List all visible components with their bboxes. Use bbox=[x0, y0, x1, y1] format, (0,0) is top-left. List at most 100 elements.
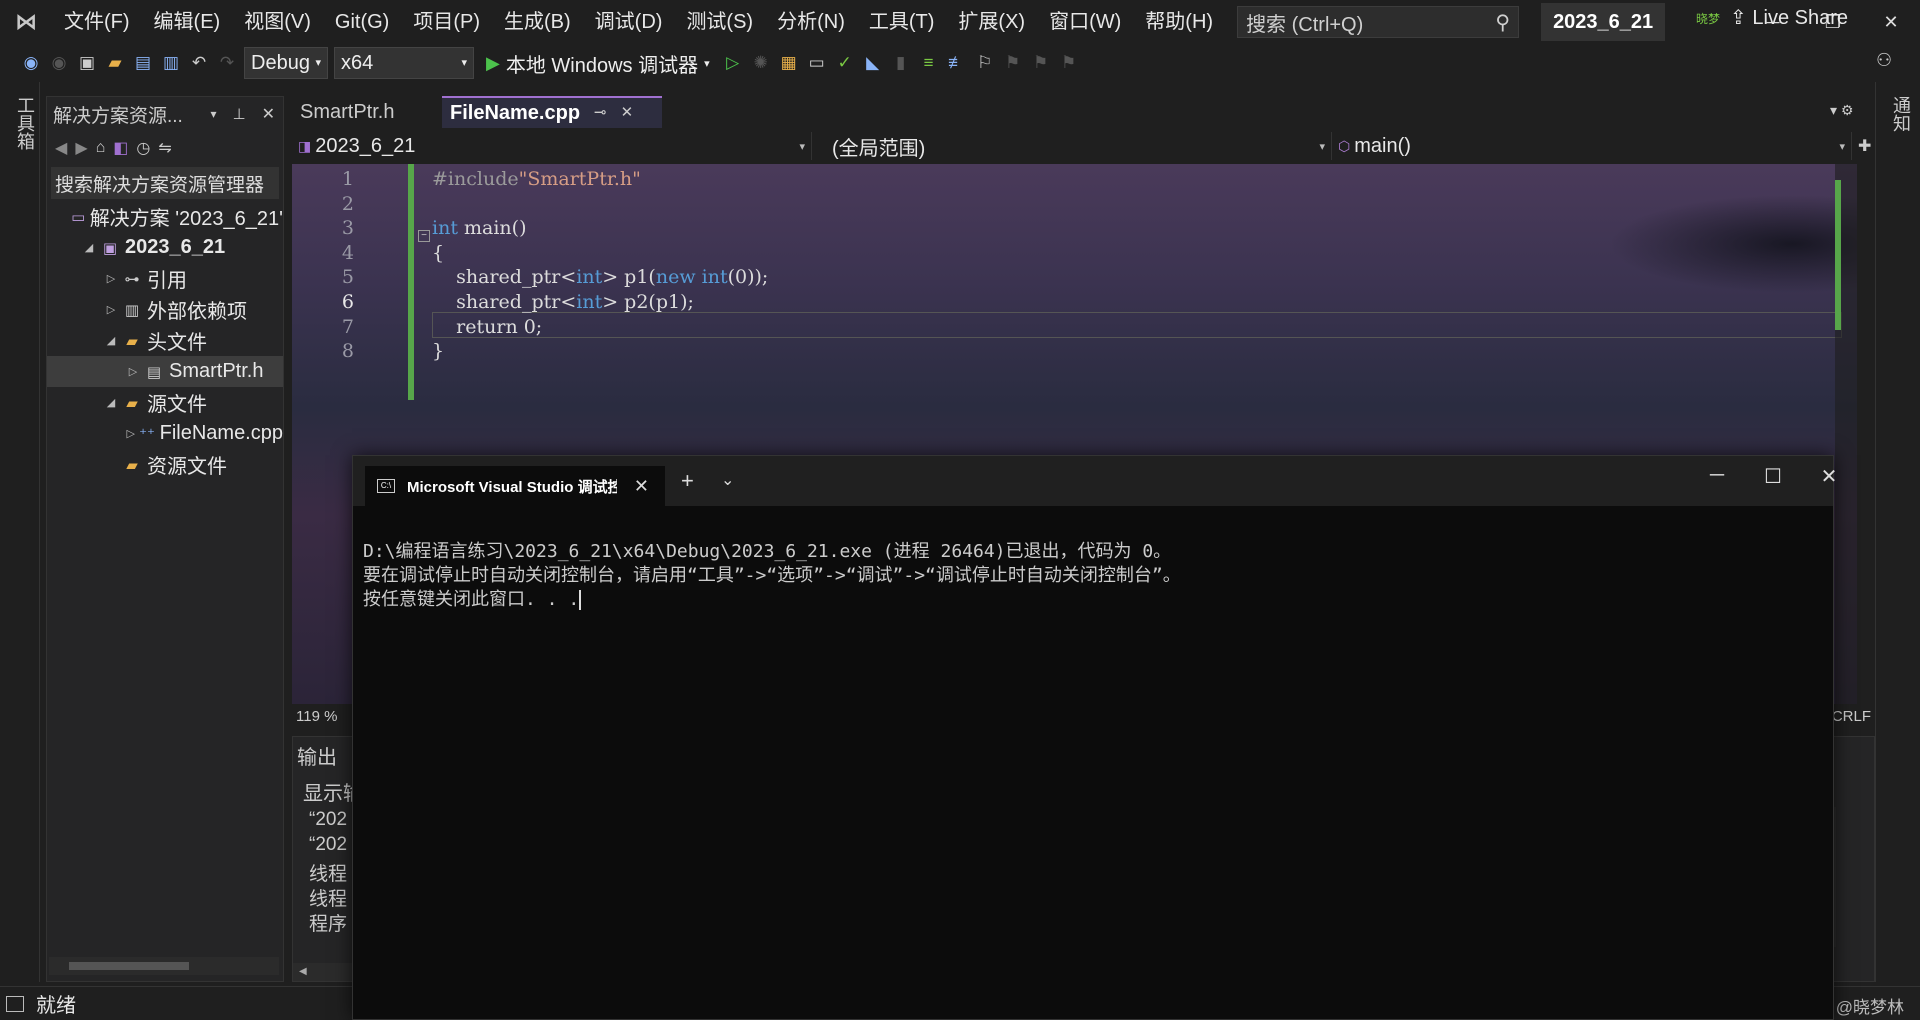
debug-console-window[interactable]: C:\ Microsoft Visual Studio 调试控 ✕ + ⌄ ─ … bbox=[352, 455, 1837, 1020]
save-icon[interactable]: ▤ bbox=[132, 52, 154, 74]
code-line[interactable]: shared_ptr<int> p1(new int(0)); bbox=[432, 266, 768, 288]
editor-tab[interactable]: FileName.cpp ⊸ ✕ bbox=[442, 96, 662, 128]
menu-item[interactable]: 文件(F) bbox=[52, 0, 142, 44]
tree-item[interactable]: ▷ ▥ 外部依赖项 bbox=[47, 294, 283, 325]
zoom-level[interactable]: 119 % bbox=[296, 708, 337, 725]
solution-folder-icon[interactable]: ▦ bbox=[778, 52, 800, 74]
tree-item[interactable]: ◢ ▰ 头文件 bbox=[47, 325, 283, 356]
tree-item[interactable]: ◢ ▰ 源文件 bbox=[47, 387, 283, 418]
back-icon[interactable]: ◀ bbox=[55, 138, 67, 158]
tab-overflow-icon[interactable]: ▾ ⚙ bbox=[1830, 102, 1853, 119]
console-close-button[interactable]: ✕ bbox=[1801, 464, 1857, 489]
new-project-icon[interactable]: ▣ bbox=[76, 52, 98, 74]
tree-item[interactable]: ▷ ▤ SmartPtr.h bbox=[47, 356, 283, 387]
start-without-debugging-icon[interactable]: ▷ bbox=[722, 52, 744, 74]
scope-dropdown[interactable]: (全局范围) ▾ bbox=[812, 132, 1332, 160]
code-line[interactable]: } bbox=[432, 340, 444, 362]
back-icon[interactable]: ◉ bbox=[20, 52, 42, 74]
code-line[interactable]: return 0; bbox=[432, 316, 542, 338]
close-icon[interactable]: ✕ bbox=[262, 104, 275, 124]
project-dropdown[interactable]: ◨ 2023_6_21 ▾ bbox=[292, 132, 812, 160]
pending-changes-icon[interactable]: ◷ bbox=[136, 138, 150, 158]
pin-tab-icon[interactable]: ⊸ bbox=[594, 97, 607, 129]
switch-views-icon[interactable]: ◧ bbox=[113, 138, 128, 158]
configuration-select[interactable]: Debug ▾ bbox=[244, 47, 328, 79]
live-share-button[interactable]: ⇪ Live Share bbox=[1730, 5, 1848, 30]
line-ending-indicator[interactable]: CRLF bbox=[1832, 708, 1871, 725]
expand-toggle-icon[interactable]: ◢ bbox=[101, 334, 121, 347]
home-icon[interactable]: ⌂ bbox=[96, 139, 106, 157]
editor-vertical-scrollbar[interactable] bbox=[1835, 164, 1857, 704]
horizontal-scrollbar[interactable] bbox=[49, 957, 279, 975]
build-icon[interactable]: ▭ bbox=[806, 52, 828, 74]
menu-item[interactable]: 窗口(W) bbox=[1037, 0, 1133, 44]
menu-item[interactable]: 项目(P) bbox=[401, 0, 492, 44]
code-line[interactable]: { bbox=[432, 242, 444, 264]
expand-toggle-icon[interactable]: ◢ bbox=[79, 241, 99, 254]
member-dropdown[interactable]: ⬡ main() ▾ bbox=[1332, 132, 1852, 160]
start-debugging-button[interactable]: ▶ 本地 Windows 调试器 ▾ bbox=[480, 49, 716, 78]
menu-item[interactable]: 工具(T) bbox=[857, 0, 947, 44]
save-all-icon[interactable]: ▥ bbox=[160, 52, 182, 74]
tree-item[interactable]: ▭ 解决方案 '2023_6_21' bbox=[47, 201, 283, 232]
chevron-down-icon[interactable]: ▾ bbox=[210, 107, 216, 121]
expand-toggle-icon[interactable]: ▷ bbox=[101, 272, 121, 285]
sync-icon[interactable]: ⇋ bbox=[158, 138, 171, 158]
bookmark-icon[interactable]: ⚐ bbox=[974, 52, 996, 74]
expand-toggle-icon[interactable]: ▷ bbox=[123, 365, 143, 378]
code-line[interactable]: shared_ptr<int> p2(p1); bbox=[432, 291, 694, 313]
toolbox-tab[interactable]: 工具箱 bbox=[12, 96, 38, 150]
chevron-down-icon[interactable]: ⌄ bbox=[721, 470, 734, 490]
solution-search-input[interactable]: 搜索解决方案资源管理器 bbox=[51, 167, 279, 199]
redo-icon[interactable]: ↷ bbox=[216, 52, 238, 74]
bookmark-clear-icon[interactable]: ⚑ bbox=[1058, 52, 1080, 74]
indent-icon[interactable]: ≡ bbox=[918, 52, 940, 74]
search-input[interactable]: 搜索 (Ctrl+Q) ⚲ bbox=[1237, 6, 1520, 38]
console-maximize-button[interactable]: ☐ bbox=[1745, 464, 1801, 489]
close-tab-icon[interactable]: ✕ bbox=[634, 476, 649, 497]
visual-studio-logo-icon[interactable]: ⋈ bbox=[0, 0, 52, 44]
hot-reload-icon[interactable]: ✺ bbox=[750, 52, 772, 74]
forward-icon[interactable]: ▶ bbox=[75, 138, 87, 158]
tree-item[interactable]: ▷ ⁺⁺ FileName.cpp bbox=[47, 418, 283, 449]
forward-icon[interactable]: ◉ bbox=[48, 52, 70, 74]
console-minimize-button[interactable]: ─ bbox=[1689, 464, 1745, 487]
expand-toggle-icon[interactable]: ▷ bbox=[101, 303, 121, 316]
output-horizontal-scrollbar[interactable]: ◀ bbox=[293, 963, 355, 981]
close-button[interactable]: ✕ bbox=[1862, 0, 1920, 44]
menu-item[interactable]: 扩展(X) bbox=[946, 0, 1037, 44]
menu-item[interactable]: 视图(V) bbox=[232, 0, 323, 44]
spell-check-icon[interactable]: ✓ bbox=[834, 52, 856, 74]
editor-tab[interactable]: SmartPtr.h bbox=[292, 96, 442, 128]
tree-item[interactable]: ▰ 资源文件 bbox=[47, 449, 283, 480]
new-tab-icon[interactable]: + bbox=[681, 468, 694, 494]
collapse-icon[interactable]: − bbox=[418, 230, 430, 242]
pin-icon[interactable]: ⊥ bbox=[233, 105, 246, 123]
platform-select[interactable]: x64 ▾ bbox=[334, 47, 474, 79]
tree-item[interactable]: ◢ ▣ 2023_6_21 bbox=[47, 232, 283, 263]
bookmark-prev-icon[interactable]: ⚑ bbox=[1002, 52, 1024, 74]
menu-item[interactable]: 分析(N) bbox=[765, 0, 857, 44]
comment-icon[interactable]: ▮ bbox=[890, 52, 912, 74]
notifications-tab[interactable]: 通知 bbox=[1888, 96, 1914, 132]
close-tab-icon[interactable]: ✕ bbox=[621, 97, 634, 129]
outdent-icon[interactable]: ≢ bbox=[946, 52, 968, 74]
menu-item[interactable]: 编辑(E) bbox=[142, 0, 233, 44]
step-icon[interactable]: ◣ bbox=[862, 52, 884, 74]
open-file-icon[interactable]: ▰ bbox=[104, 52, 126, 74]
code-line[interactable]: int main() bbox=[432, 217, 526, 239]
code-line[interactable]: #include"SmartPtr.h" bbox=[432, 168, 641, 190]
menu-item[interactable]: Git(G) bbox=[323, 0, 401, 44]
split-editor-icon[interactable]: ✚ bbox=[1858, 136, 1871, 156]
bookmark-next-icon[interactable]: ⚑ bbox=[1030, 52, 1052, 74]
menu-item[interactable]: 调试(D) bbox=[583, 0, 675, 44]
expand-toggle-icon[interactable]: ◢ bbox=[101, 396, 121, 409]
menu-item[interactable]: 帮助(H) bbox=[1133, 0, 1225, 44]
menu-item[interactable]: 生成(B) bbox=[492, 0, 583, 44]
expand-toggle-icon[interactable]: ▷ bbox=[123, 427, 139, 440]
feedback-icon[interactable]: ⚇ bbox=[1876, 50, 1892, 71]
menu-item[interactable]: 测试(S) bbox=[674, 0, 765, 44]
tree-item[interactable]: ▷ ⊶ 引用 bbox=[47, 263, 283, 294]
user-avatar[interactable]: 晓梦 bbox=[1696, 10, 1720, 27]
undo-icon[interactable]: ↶ bbox=[188, 52, 210, 74]
